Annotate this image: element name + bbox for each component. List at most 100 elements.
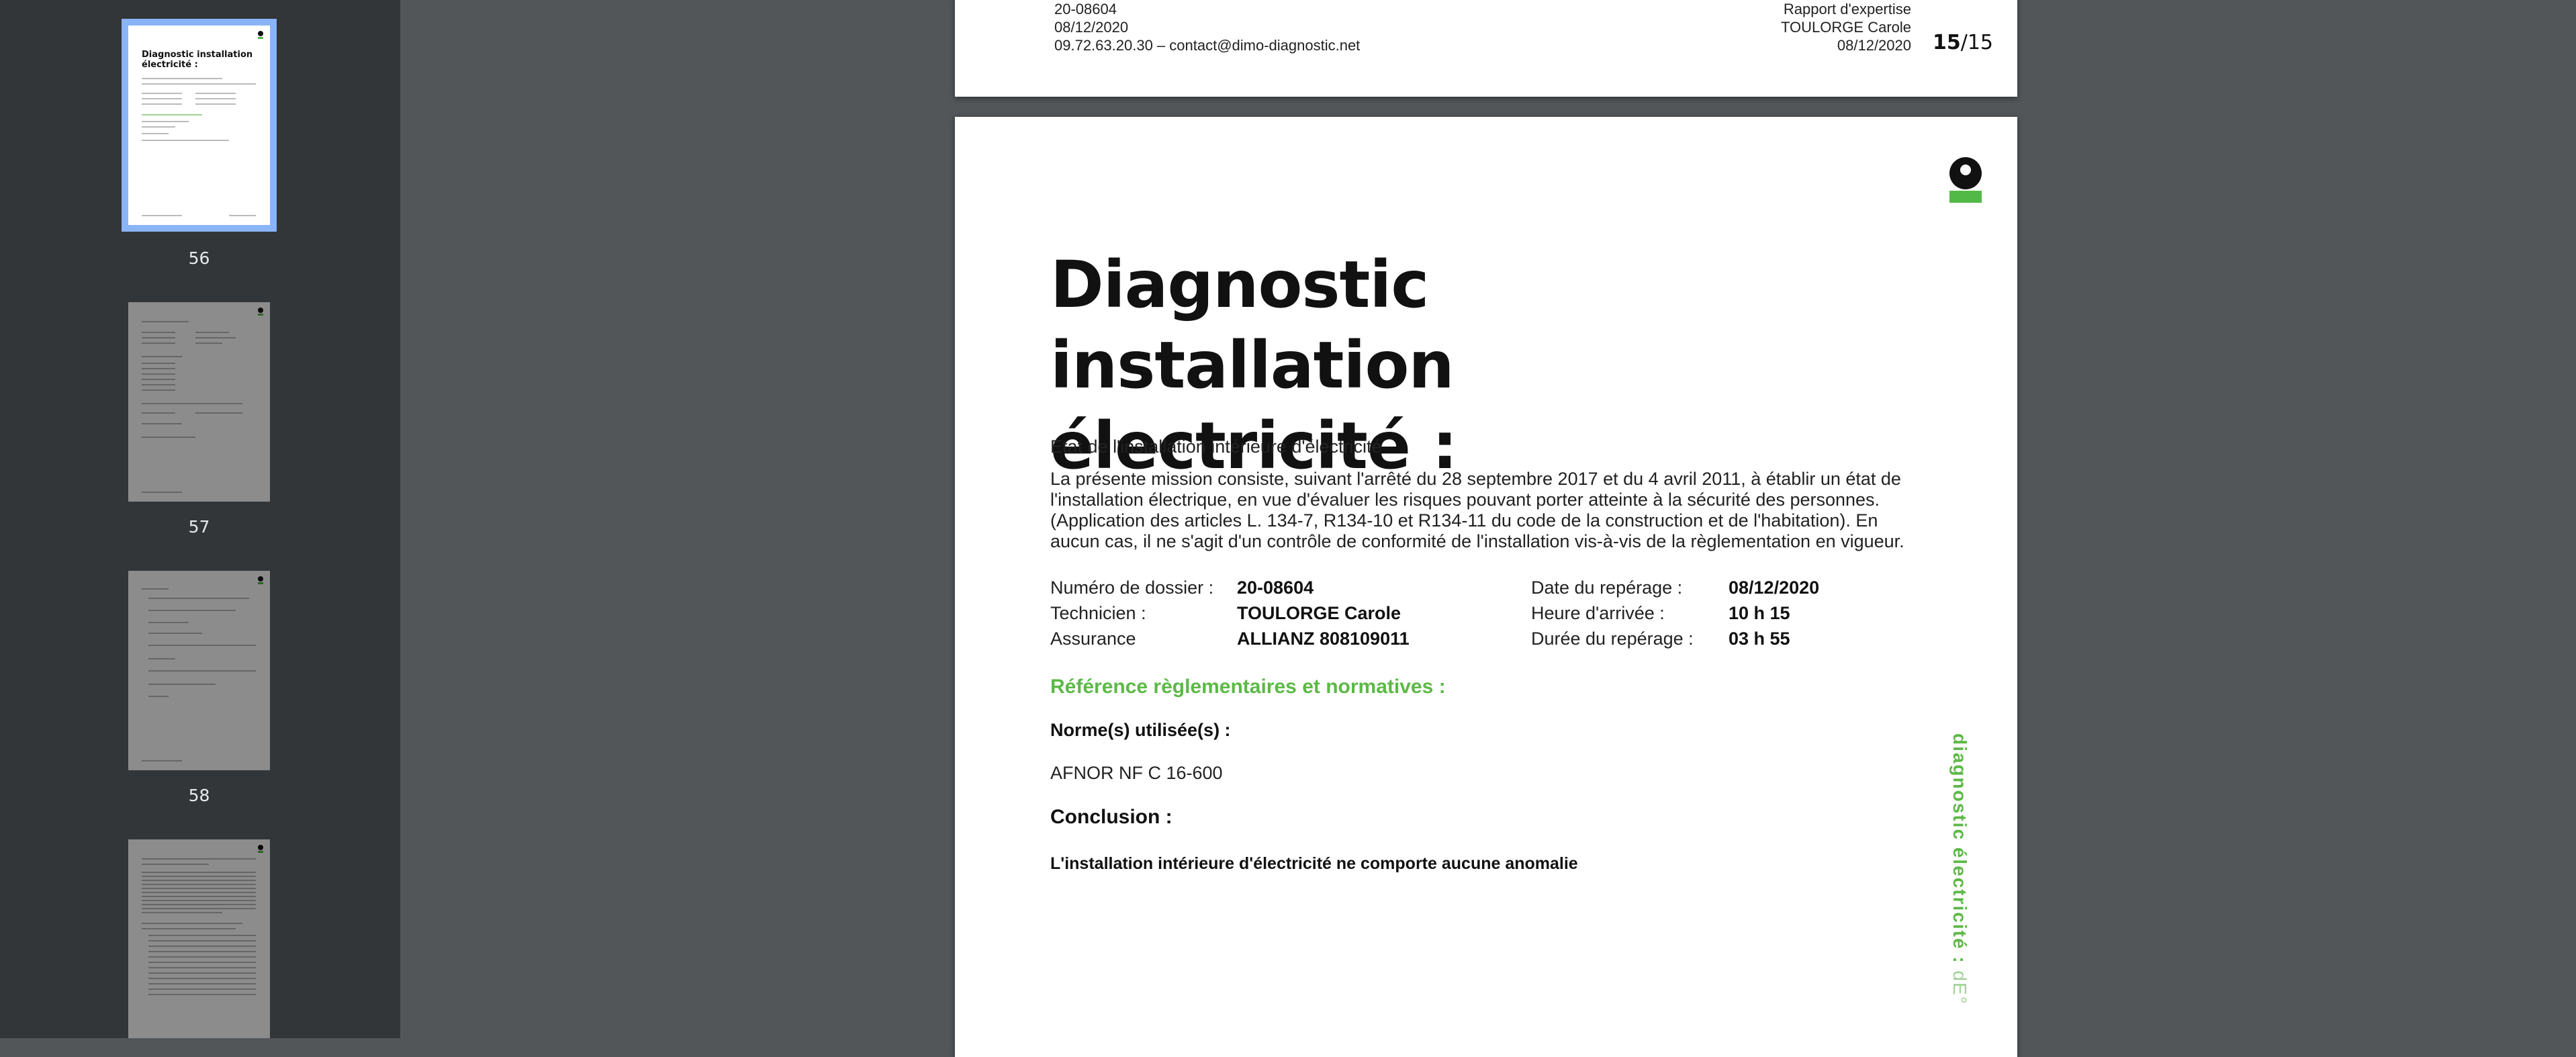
text-line (142, 83, 256, 85)
arrival-label: Heure d'arrivée : (1531, 603, 1665, 623)
dossier-label: Numéro de dossier : (1050, 578, 1214, 598)
mission-paragraph: La présente mission consiste, suivant l'… (1050, 469, 1904, 551)
footer-report-date: 08/12/2020 (1837, 37, 1911, 54)
text-line (142, 904, 256, 905)
text-line (142, 423, 182, 424)
footer-technician: TOULORGE Carole (1781, 19, 1911, 36)
text-line (148, 946, 256, 947)
text-line (148, 684, 216, 685)
text-line (195, 412, 242, 414)
page-thumbnail-56[interactable]: Diagnostic installation électricité : (122, 19, 277, 232)
text-line (142, 389, 175, 391)
text-line (148, 983, 256, 984)
text-line (142, 588, 169, 590)
page-thumbnail-59[interactable] (128, 839, 270, 1038)
text-line (148, 989, 256, 990)
thumbnail-title: électricité : (142, 60, 198, 70)
logo-icon (258, 845, 263, 853)
company-logo (1949, 157, 1982, 203)
section-heading-reference: Référence règlementaires et normatives : (1050, 676, 1446, 698)
text-line (142, 103, 182, 105)
text-line (142, 126, 175, 128)
thumbnail-title: Diagnostic installation (142, 50, 253, 60)
text-line (148, 622, 189, 623)
technician-value: TOULORGE Carole (1237, 603, 1401, 623)
text-line (142, 342, 175, 344)
text-line (148, 670, 256, 672)
text-line (148, 610, 236, 611)
text-line (142, 412, 175, 414)
text-line (142, 215, 182, 216)
survey-date-label: Date du repérage : (1531, 578, 1683, 598)
pdf-page-current: Diagnostic installation électricité : Et… (955, 117, 2017, 1057)
text-line (148, 935, 256, 936)
text-line (142, 321, 189, 322)
text-line (195, 337, 236, 338)
arrival-value: 10 h 15 (1729, 603, 1790, 623)
text-line (142, 78, 222, 79)
side-label-suffix: dE° (1949, 970, 1970, 1005)
text-line (142, 133, 169, 134)
text-line (142, 384, 175, 385)
text-line (148, 956, 256, 958)
text-line (142, 880, 256, 881)
conclusion-text: L'installation intérieure d'électricité … (1050, 854, 1578, 873)
text-line (195, 98, 236, 99)
text-line (195, 342, 222, 344)
logo-icon (258, 576, 263, 584)
text-line (142, 363, 175, 364)
text-line (142, 858, 256, 860)
footer-date: 08/12/2020 (1054, 19, 1129, 36)
document-subtitle: Etat de l'installation intérieure d'élec… (1050, 436, 1382, 457)
text-line (142, 373, 175, 375)
text-line (148, 994, 256, 995)
text-line (148, 633, 202, 634)
text-line (142, 912, 222, 913)
thumbnail-page-number: 58 (188, 786, 210, 805)
text-line (142, 908, 256, 909)
thumbnail-page-number: 57 (188, 517, 210, 537)
logo-icon (258, 308, 263, 316)
footer-report-type: Rapport d'expertise (1783, 1, 1911, 17)
text-line (148, 972, 256, 974)
dossier-value: 20-08604 (1237, 578, 1314, 598)
text-line (142, 121, 189, 122)
text-line (148, 658, 175, 659)
text-line (148, 696, 169, 697)
side-label-text: diagnostic électricité : (1949, 733, 1970, 964)
text-line (195, 103, 236, 105)
duration-label: Durée du repérage : (1531, 629, 1694, 649)
text-line (148, 978, 256, 979)
pdf-page-previous: 20-08604 08/12/2020 09.72.63.20.30 – con… (955, 0, 2017, 97)
norms-label: Norme(s) utilisée(s) : (1050, 720, 1231, 740)
insurance-value: ALLIANZ 808109011 (1237, 629, 1410, 649)
text-line (142, 379, 175, 380)
side-vertical-label: diagnostic électricité : dE° (1949, 733, 1970, 1005)
document-viewer[interactable]: 20-08604 08/12/2020 09.72.63.20.30 – con… (400, 0, 2576, 1057)
footer-contact: 09.72.63.20.30 – contact@dimo-diagnostic… (1054, 37, 1361, 54)
text-line (142, 760, 182, 762)
page-thumbnail-58[interactable] (128, 571, 270, 770)
duration-value: 03 h 55 (1729, 629, 1790, 649)
text-line (142, 368, 175, 369)
conclusion-heading: Conclusion : (1050, 806, 1172, 828)
text-line (148, 967, 256, 968)
technician-label: Technicien : (1050, 603, 1146, 623)
text-line (142, 492, 182, 493)
page-thumbnail-57[interactable] (128, 302, 270, 502)
page-total: /15 (1960, 31, 1993, 54)
text-line (148, 598, 249, 599)
logo-icon (258, 31, 263, 39)
text-line (142, 896, 256, 897)
text-line (142, 872, 256, 873)
text-line (148, 940, 256, 941)
insurance-label: Assurance (1050, 629, 1136, 649)
title-line-1: Diagnostic installation (1050, 247, 1455, 403)
text-line (148, 951, 256, 952)
text-line (142, 928, 236, 929)
text-line (142, 900, 256, 901)
text-line (142, 864, 209, 865)
norms-value: AFNOR NF C 16-600 (1050, 763, 1223, 783)
text-line (148, 645, 256, 646)
thumbnail-sidebar: Diagnostic installation électricité : 56 (0, 0, 400, 1038)
